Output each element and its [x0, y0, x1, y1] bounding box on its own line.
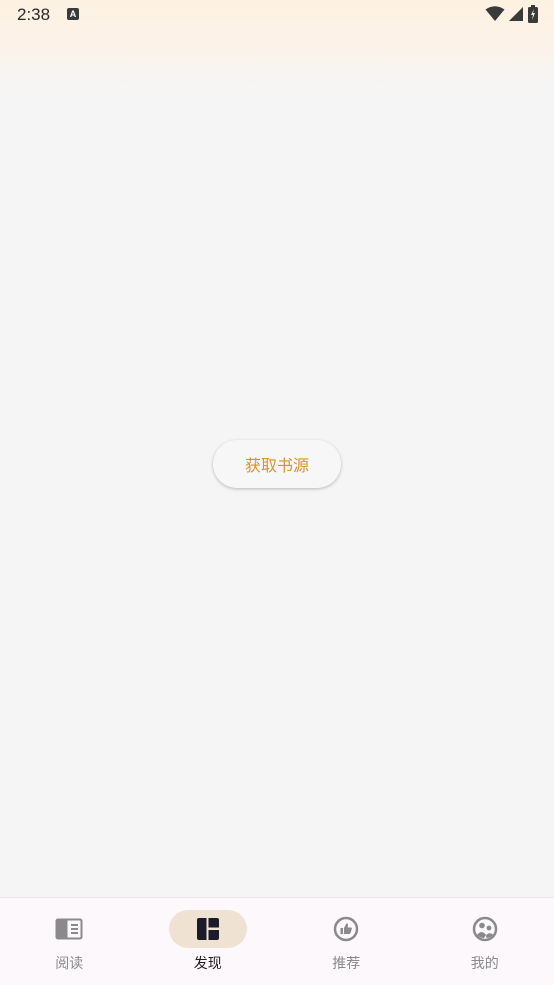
nav-icon-wrap [446, 910, 524, 948]
nav-label-recommend: 推荐 [332, 953, 360, 973]
system-icons [485, 5, 538, 23]
profile-icon [472, 916, 498, 942]
nav-item-read[interactable]: 阅读 [0, 898, 139, 985]
like-icon [333, 916, 359, 942]
nav-icon-wrap-active [169, 910, 247, 948]
nav-item-discover[interactable]: 发现 [139, 898, 278, 985]
bottom-navigation: 阅读 发现 推荐 [0, 897, 554, 985]
cell-signal-icon [509, 6, 524, 22]
wifi-icon [485, 5, 505, 23]
nav-item-mine[interactable]: 我的 [416, 898, 554, 985]
battery-icon [528, 5, 538, 23]
nav-icon-wrap [30, 910, 108, 948]
book-icon [55, 918, 83, 940]
nav-item-recommend[interactable]: 推荐 [277, 898, 416, 985]
status-time: 2:38 [17, 5, 50, 25]
nav-icon-wrap [307, 910, 385, 948]
dashboard-icon [196, 917, 220, 941]
nav-label-discover: 发现 [194, 953, 222, 973]
get-book-source-button[interactable]: 获取书源 [213, 440, 341, 488]
nav-label-read: 阅读 [55, 953, 83, 973]
nav-label-mine: 我的 [471, 953, 499, 973]
notification-a-icon: A [67, 8, 79, 20]
status-bar: 2:38 A [0, 0, 554, 90]
